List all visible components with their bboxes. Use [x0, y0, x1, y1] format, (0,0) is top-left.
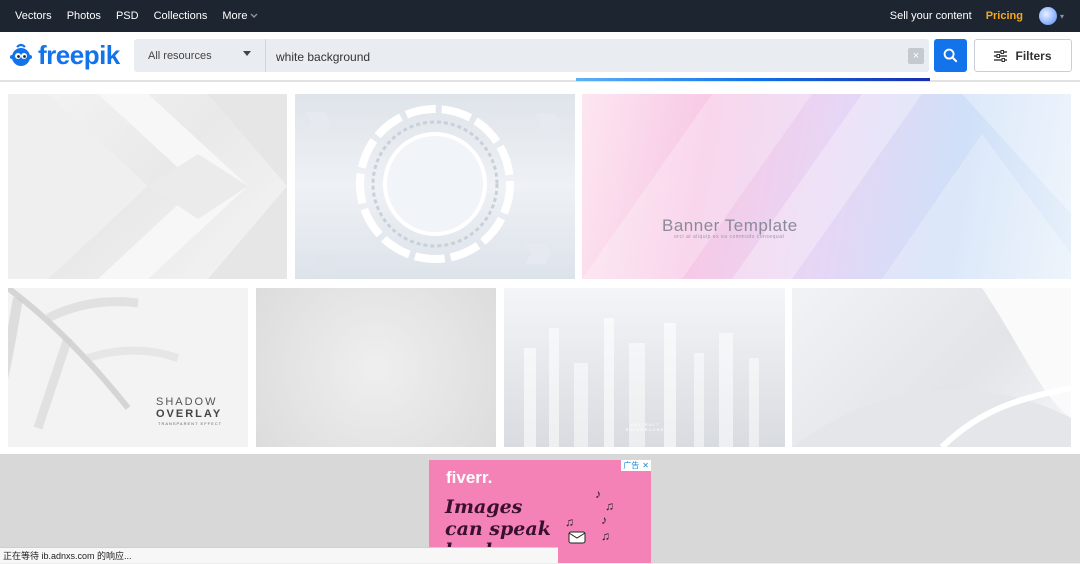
- ad-badge[interactable]: 广告 ✕: [621, 460, 651, 471]
- nav-psd[interactable]: PSD: [116, 10, 139, 22]
- top-nav-bar: Vectors Photos PSD Collections More Sell…: [0, 0, 1080, 32]
- pricing-link[interactable]: Pricing: [986, 10, 1023, 22]
- svg-text:♫: ♫: [601, 529, 610, 543]
- svg-text:♪: ♪: [601, 513, 607, 527]
- logo-text: freepik: [38, 39, 120, 70]
- sell-content-link[interactable]: Sell your content: [890, 10, 972, 22]
- result-thumbnail[interactable]: [792, 288, 1071, 447]
- filters-button[interactable]: Filters: [974, 39, 1072, 72]
- loading-progress-bar: [576, 78, 930, 81]
- resource-type-value: All resources: [148, 49, 212, 62]
- sliders-icon: [994, 49, 1008, 62]
- freepik-logo[interactable]: freepik: [8, 40, 120, 70]
- result-thumbnail[interactable]: [256, 288, 496, 447]
- results-gallery: Banner Template orci at aliquip ex ea co…: [0, 82, 1080, 454]
- ad-badge-label: 广告: [623, 461, 640, 470]
- shadow-title-line3: TRANSPARENT EFFECT: [158, 421, 223, 426]
- result-thumbnail[interactable]: SHADOW OVERLAY TRANSPARENT EFFECT: [8, 288, 248, 447]
- clear-search-button[interactable]: ×: [908, 48, 924, 64]
- tech-circle-image: [305, 105, 561, 274]
- svg-text:♪: ♪: [595, 487, 601, 501]
- search-input[interactable]: [274, 39, 898, 74]
- filters-label: Filters: [1015, 48, 1052, 63]
- user-area: Sell your content Pricing ▾: [890, 0, 1064, 32]
- avatar-chevron-icon[interactable]: ▾: [1060, 12, 1064, 21]
- nav-vectors[interactable]: Vectors: [15, 10, 52, 22]
- shadow-title-line2: OVERLAY: [156, 408, 223, 420]
- search-button[interactable]: [934, 39, 967, 72]
- result-thumbnail[interactable]: [8, 94, 287, 279]
- shadow-title-line1: SHADOW: [156, 396, 218, 408]
- main-nav: Vectors Photos PSD Collections More: [15, 0, 273, 32]
- result-thumbnail[interactable]: ABSTRACT BACKGROUND: [504, 288, 785, 447]
- music-notes-icon: ♪ ♫ ♫ ♪ ♫: [565, 487, 614, 544]
- banner-title: Banner Template: [662, 216, 798, 235]
- abstract-label: ABSTRACT BACKGROUND: [625, 422, 665, 432]
- chevron-down-icon: [250, 13, 258, 18]
- result-thumbnail[interactable]: [295, 94, 575, 279]
- caret-down-icon: [243, 51, 251, 56]
- geometric-pattern-image: [8, 94, 287, 279]
- nav-more[interactable]: More: [222, 10, 258, 22]
- search-box: All resources ×: [134, 39, 929, 74]
- freepik-logo-icon: [10, 43, 32, 66]
- result-thumbnail[interactable]: Banner Template orci at aliquip ex ea co…: [582, 94, 1071, 279]
- banner-subtitle: orci at aliquip ex ea commodo consequat: [674, 234, 785, 240]
- wave-image: [792, 288, 1071, 447]
- browser-status-bar: 正在等待 ib.adnxs.com 的响应...: [0, 547, 558, 563]
- nav-collections[interactable]: Collections: [154, 10, 208, 22]
- svg-text:♫: ♫: [605, 499, 614, 513]
- close-icon[interactable]: ✕: [642, 461, 649, 470]
- search-icon: [943, 48, 958, 63]
- nav-photos[interactable]: Photos: [67, 10, 101, 22]
- avatar[interactable]: [1038, 7, 1057, 25]
- nav-more-label: More: [222, 10, 248, 22]
- search-header: freepik All resources × Filters: [0, 32, 1080, 80]
- resource-type-select[interactable]: All resources: [134, 39, 266, 72]
- banner-pattern-image: [582, 94, 1071, 279]
- fiverr-brand: fiverr.: [446, 468, 493, 487]
- svg-text:♫: ♫: [565, 515, 574, 529]
